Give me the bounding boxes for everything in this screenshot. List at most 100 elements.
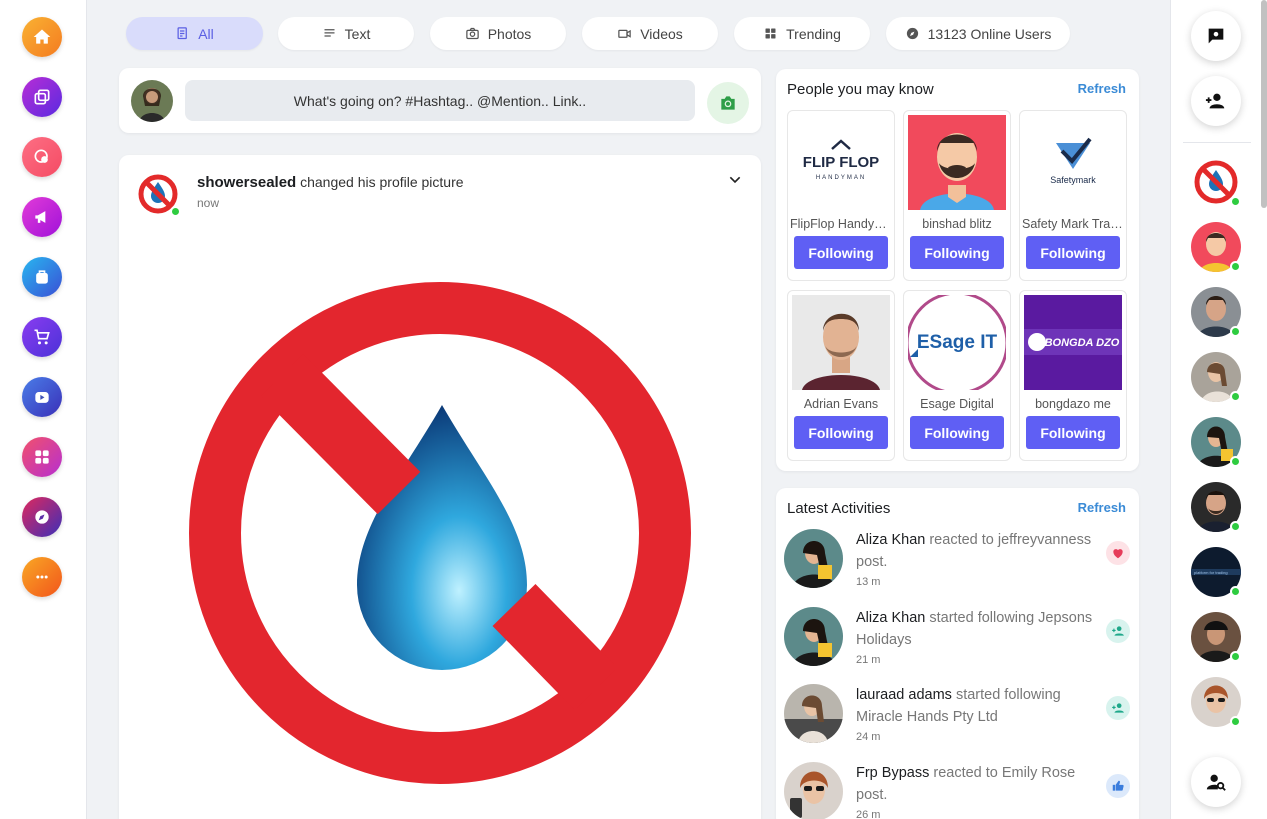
person-photo[interactable]: FLIP FLOP HANDYMAN bbox=[792, 115, 890, 210]
person-name[interactable]: FlipFlop Handyman bbox=[790, 217, 892, 231]
left-sidebar bbox=[0, 0, 87, 819]
post-author-name[interactable]: showersealed bbox=[197, 174, 296, 191]
nav-pages-button[interactable] bbox=[22, 77, 62, 117]
nav-more-button[interactable] bbox=[22, 557, 62, 597]
person-photo[interactable]: ESage IT bbox=[908, 295, 1006, 390]
nav-watch-button[interactable] bbox=[22, 377, 62, 417]
search-users-button[interactable] bbox=[1191, 757, 1241, 807]
person-card: Safetymark Safety Mark Training Followin… bbox=[1019, 110, 1127, 281]
online-user-avatar[interactable] bbox=[1191, 677, 1241, 727]
nav-market-button[interactable] bbox=[22, 257, 62, 297]
chevron-down-icon[interactable] bbox=[727, 172, 743, 188]
nav-home-button[interactable] bbox=[22, 17, 62, 57]
activity-actor[interactable]: Aliza Khan bbox=[856, 610, 925, 626]
online-indicator bbox=[1230, 716, 1241, 727]
post-headline: showersealed changed his profile picture bbox=[197, 174, 464, 191]
friend-requests-button[interactable] bbox=[1191, 76, 1241, 126]
person-card: binshad blitz Following bbox=[903, 110, 1011, 281]
filter-text-label: Text bbox=[344, 25, 371, 42]
activity-avatar[interactable] bbox=[784, 762, 843, 819]
activity-item[interactable]: Aliza Khan started following Jepsons Hol… bbox=[784, 607, 1134, 682]
following-button[interactable]: Following bbox=[794, 236, 888, 269]
bag-icon bbox=[36, 270, 48, 284]
following-button[interactable]: Following bbox=[910, 236, 1004, 269]
activity-avatar[interactable] bbox=[784, 529, 843, 588]
nav-ads-button[interactable] bbox=[22, 197, 62, 237]
online-indicator bbox=[1230, 521, 1241, 532]
activity-badge bbox=[1106, 619, 1130, 643]
filter-online-users-tab[interactable]: 13123 Online Users bbox=[886, 17, 1070, 50]
camera-icon bbox=[465, 27, 479, 40]
activity-badge bbox=[1106, 696, 1130, 720]
post-time[interactable]: now bbox=[197, 196, 219, 210]
activity-badge bbox=[1106, 774, 1130, 798]
online-user-avatar[interactable] bbox=[1191, 352, 1241, 402]
following-button[interactable]: Following bbox=[1026, 236, 1120, 269]
nav-shop-button[interactable] bbox=[22, 317, 62, 357]
person-photo[interactable]: Safetymark bbox=[1024, 115, 1122, 210]
person-name[interactable]: binshad blitz bbox=[906, 217, 1008, 231]
activity-item[interactable]: lauraad adams started following Miracle … bbox=[784, 684, 1134, 759]
person-name[interactable]: Adrian Evans bbox=[790, 397, 892, 411]
composer-input[interactable]: What's going on? #Hashtag.. @Mention.. L… bbox=[185, 80, 695, 121]
filter-text-tab[interactable]: Text bbox=[278, 17, 414, 50]
person-name[interactable]: Esage Digital bbox=[906, 397, 1008, 411]
online-user-avatar[interactable] bbox=[1191, 417, 1241, 467]
post-author-avatar[interactable] bbox=[137, 173, 181, 217]
logo-esage-text: ESage IT bbox=[917, 332, 998, 353]
online-indicator bbox=[170, 206, 181, 217]
online-user-avatar[interactable] bbox=[1191, 482, 1241, 532]
activity-time: 24 m bbox=[856, 731, 881, 743]
nav-groups-button[interactable] bbox=[22, 137, 62, 177]
person-photo[interactable] bbox=[792, 295, 890, 390]
filter-all-label: All bbox=[198, 25, 214, 42]
compass-icon bbox=[35, 510, 49, 524]
apps-icon bbox=[35, 450, 49, 464]
activities-refresh-link[interactable]: Refresh bbox=[1078, 500, 1126, 515]
logo-flipflop-subtext: HANDYMAN bbox=[816, 175, 866, 181]
online-indicator bbox=[1230, 456, 1241, 467]
following-button[interactable]: Following bbox=[1026, 416, 1120, 449]
activity-actor[interactable]: Aliza Khan bbox=[856, 532, 925, 548]
person-card: ESage IT Esage Digital Following bbox=[903, 290, 1011, 461]
person-photo[interactable] bbox=[908, 115, 1006, 210]
filter-trending-tab[interactable]: Trending bbox=[734, 17, 870, 50]
following-button[interactable]: Following bbox=[794, 416, 888, 449]
people-refresh-link[interactable]: Refresh bbox=[1078, 81, 1126, 96]
add-photo-button[interactable] bbox=[707, 82, 749, 124]
online-user-avatar[interactable] bbox=[1191, 157, 1241, 207]
my-avatar[interactable] bbox=[131, 80, 173, 122]
online-indicator bbox=[1230, 261, 1241, 272]
person-photo[interactable]: BONGDA DZO bbox=[1024, 295, 1122, 390]
following-button[interactable]: Following bbox=[910, 416, 1004, 449]
online-user-avatar[interactable]: platform for trading bbox=[1191, 547, 1241, 597]
activity-avatar[interactable] bbox=[784, 684, 843, 743]
person-name[interactable]: Safety Mark Training bbox=[1022, 217, 1124, 231]
activity-badge bbox=[1106, 541, 1130, 565]
messages-button[interactable] bbox=[1191, 11, 1241, 61]
nav-apps-button[interactable] bbox=[22, 437, 62, 477]
nav-explore-button[interactable] bbox=[22, 497, 62, 537]
home-icon bbox=[33, 29, 51, 44]
online-user-avatar[interactable] bbox=[1191, 222, 1241, 272]
cart-icon bbox=[34, 329, 50, 345]
add-friend-icon bbox=[1205, 93, 1225, 109]
scrollbar[interactable] bbox=[1261, 0, 1267, 208]
activity-actor[interactable]: lauraad adams bbox=[856, 687, 952, 703]
activity-item[interactable]: Aliza Khan reacted to jeffreyvanness pos… bbox=[784, 529, 1134, 604]
svg-text:platform for trading: platform for trading bbox=[1194, 570, 1228, 575]
online-user-avatar[interactable] bbox=[1191, 287, 1241, 337]
person-name[interactable]: bongdazo me bbox=[1022, 397, 1124, 411]
filter-videos-tab[interactable]: Videos bbox=[582, 17, 718, 50]
activity-actor[interactable]: Frp Bypass bbox=[856, 765, 929, 781]
activity-avatar[interactable] bbox=[784, 607, 843, 666]
filter-all-tab[interactable]: All bbox=[126, 17, 263, 50]
groups-icon bbox=[34, 149, 48, 163]
post-image[interactable] bbox=[134, 233, 746, 819]
online-indicator bbox=[1230, 196, 1241, 207]
pages-icon bbox=[34, 89, 50, 105]
filter-photos-tab[interactable]: Photos bbox=[430, 17, 566, 50]
online-user-avatar[interactable] bbox=[1191, 612, 1241, 662]
activity-item[interactable]: Frp Bypass reacted to Emily Rose post. 2… bbox=[784, 762, 1134, 819]
activity-time: 26 m bbox=[856, 809, 881, 819]
